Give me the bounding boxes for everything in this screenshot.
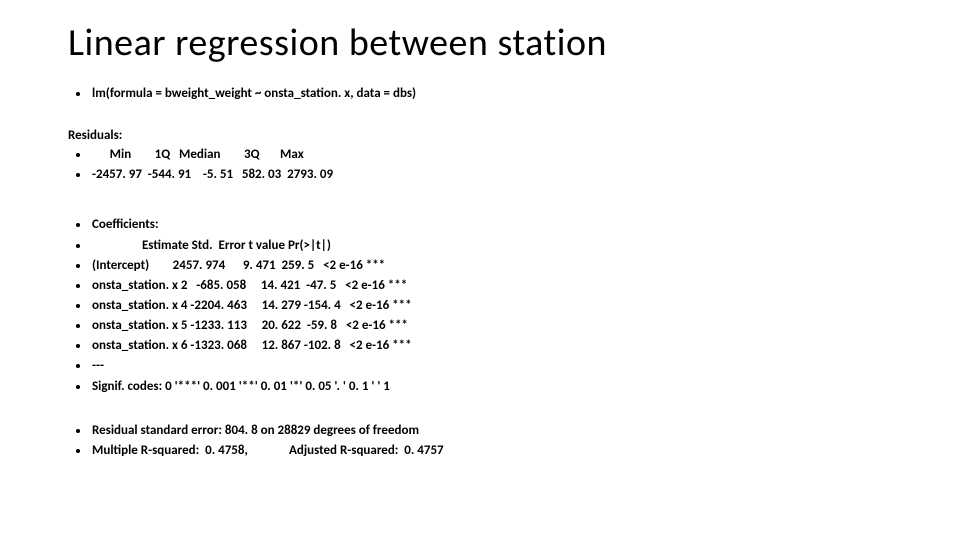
coef-sep: --- — [90, 356, 892, 376]
residual-std-error: Residual standard error: 804. 8 on 28829… — [90, 421, 892, 441]
signif-codes: Signif. codes: 0 '***' 0. 001 '**' 0. 01… — [90, 377, 892, 397]
page-title: Linear regression between station — [68, 20, 892, 66]
footer-section: Residual standard error: 804. 8 on 28829… — [68, 421, 892, 461]
slide: Linear regression between station lm(for… — [0, 0, 960, 505]
residuals-values: -2457. 97 -544. 91 -5. 51 582. 03 2793. … — [90, 165, 892, 185]
coef-row: onsta_station. x 2 -685. 058 14. 421 -47… — [90, 276, 892, 296]
residuals-header: Min 1Q Median 3Q Max — [90, 145, 892, 165]
coefficients-header: Estimate Std. Error t value Pr(>|t|) — [90, 236, 892, 256]
coef-row: (Intercept) 2457. 974 9. 471 259. 5 <2 e… — [90, 256, 892, 276]
coef-row: onsta_station. x 6 -1323. 068 12. 867 -1… — [90, 336, 892, 356]
coef-row: onsta_station. x 4 -2204. 463 14. 279 -1… — [90, 296, 892, 316]
residuals-list: Min 1Q Median 3Q Max -2457. 97 -544. 91 … — [68, 145, 892, 185]
coef-row: onsta_station. x 5 -1233. 113 20. 622 -5… — [90, 316, 892, 336]
formula-block: lm(formula = bweight_weight ~ onsta_stat… — [68, 84, 892, 104]
coefficients-section: Coefficients: Estimate Std. Error t valu… — [68, 215, 892, 396]
residuals-label: Residuals: — [68, 128, 892, 143]
r-squared: Multiple R-squared: 0. 4758, Adjusted R-… — [90, 441, 892, 461]
formula-line: lm(formula = bweight_weight ~ onsta_stat… — [90, 84, 892, 104]
residuals-section: Residuals: Min 1Q Median 3Q Max -2457. 9… — [68, 128, 892, 185]
coefficients-label: Coefficients: — [90, 215, 892, 235]
